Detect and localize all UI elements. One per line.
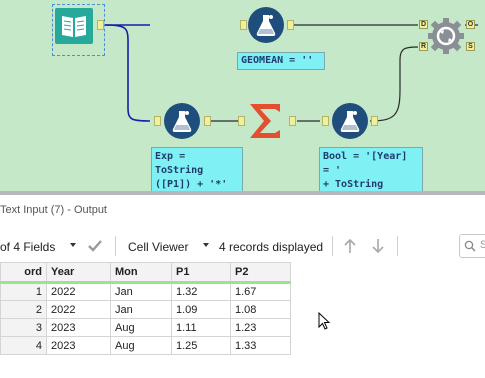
union-tool[interactable] (427, 17, 465, 55)
output-anchor[interactable] (289, 116, 296, 126)
table-row[interactable]: 4 2023 Aug 1.25 1.33 (0, 336, 291, 355)
table-row[interactable]: 3 2023 Aug 1.11 1.23 (0, 318, 291, 337)
summarize-tool[interactable] (247, 102, 283, 140)
cell-year[interactable]: 2023 (46, 336, 111, 355)
search-input[interactable]: S (459, 234, 485, 258)
annotation-bool: Bool = '[Year] = ' + ToString ([Year]) (319, 147, 423, 192)
wire-to-formula-bottom (102, 24, 151, 122)
record-count: 4 records displayed (219, 240, 324, 254)
record-number: 3 (0, 318, 47, 337)
column-header-p1[interactable]: P1 (171, 262, 231, 284)
formula-tool-exp[interactable] (164, 103, 200, 139)
chevron-down-icon[interactable] (70, 243, 76, 247)
workflow-canvas[interactable]: GEOMEAN = '' Exp = ToString ([P1]) + '*'… (0, 0, 485, 192)
checkmark-icon[interactable] (87, 239, 103, 253)
results-panel-title: Text Input (7) - Output (0, 204, 107, 216)
cell-p2[interactable]: 1.23 (230, 318, 291, 337)
record-number: 2 (0, 300, 47, 319)
table-header-row: ord Year Mon P1 P2 (0, 262, 291, 284)
toolbar-divider (332, 236, 333, 256)
input-anchor[interactable] (322, 116, 329, 126)
output-anchor[interactable] (97, 20, 104, 30)
formula-tool-top[interactable] (248, 7, 284, 43)
column-header-p2[interactable]: P2 (230, 262, 291, 284)
input-anchor[interactable] (240, 20, 247, 30)
book-icon (62, 16, 86, 37)
arrow-down-icon[interactable] (370, 237, 386, 255)
input-anchor[interactable] (154, 116, 161, 126)
cell-year[interactable]: 2022 (46, 282, 111, 301)
annotation-exp: Exp = ToString ([P1]) + '*' + ToString([… (151, 147, 243, 192)
column-header-year[interactable]: Year (46, 262, 111, 284)
wire-formula-to-union-r (369, 46, 419, 122)
formula-tool-bool[interactable] (332, 103, 368, 139)
sigma-icon (250, 104, 280, 138)
cell-year[interactable]: 2023 (46, 318, 111, 337)
toolbar-divider (397, 236, 398, 256)
cell-p1[interactable]: 1.25 (171, 336, 231, 355)
fields-selector[interactable]: of 4 Fields (0, 240, 55, 254)
cell-mon[interactable]: Aug (110, 336, 172, 355)
table-row[interactable]: 2 2022 Jan 1.09 1.08 (0, 300, 291, 319)
panel-splitter[interactable] (0, 191, 485, 195)
table-row[interactable]: 1 2022 Jan 1.32 1.67 (0, 282, 291, 301)
search-icon (464, 240, 476, 252)
union-output-o[interactable]: O (466, 20, 475, 29)
results-table[interactable]: ord Year Mon P1 P2 1 2022 Jan 1.32 1.67 … (0, 262, 291, 355)
output-anchor[interactable] (371, 116, 378, 126)
cell-mon[interactable]: Aug (110, 318, 172, 337)
gear-icon (428, 18, 464, 54)
arrow-up-icon[interactable] (342, 237, 358, 255)
cell-mon[interactable]: Jan (110, 300, 172, 319)
chevron-down-icon[interactable] (203, 243, 209, 247)
column-header-record[interactable]: ord (0, 262, 47, 284)
flask-icon (172, 111, 192, 132)
flask-icon (340, 111, 360, 132)
cell-viewer-dropdown[interactable]: Cell Viewer (128, 240, 188, 254)
annotation-geomean: GEOMEAN = '' (237, 52, 325, 70)
flask-icon (256, 15, 276, 36)
cell-year[interactable]: 2022 (46, 300, 111, 319)
cell-p2[interactable]: 1.67 (230, 282, 291, 301)
union-output-s[interactable]: S (466, 42, 475, 51)
cell-p1[interactable]: 1.11 (171, 318, 231, 337)
output-anchor[interactable] (287, 20, 294, 30)
record-number: 1 (0, 282, 47, 301)
cell-mon[interactable]: Jan (110, 282, 172, 301)
mouse-cursor-icon (318, 312, 331, 330)
record-number: 4 (0, 336, 47, 355)
cell-p2[interactable]: 1.33 (230, 336, 291, 355)
cell-p2[interactable]: 1.08 (230, 300, 291, 319)
column-header-mon[interactable]: Mon (110, 262, 172, 284)
text-input-tool[interactable] (55, 8, 93, 44)
cell-p1[interactable]: 1.32 (171, 282, 231, 301)
toolbar-divider (115, 236, 116, 256)
search-placeholder: S (480, 239, 485, 251)
input-anchor[interactable] (238, 116, 245, 126)
cell-p1[interactable]: 1.09 (171, 300, 231, 319)
output-anchor[interactable] (204, 116, 211, 126)
